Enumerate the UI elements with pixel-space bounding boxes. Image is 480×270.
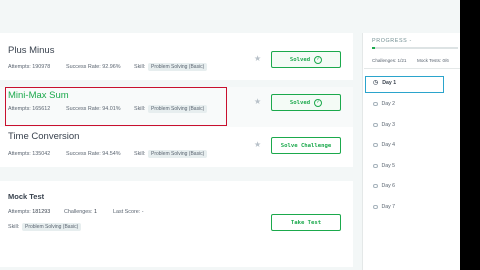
circle-icon [373, 122, 378, 128]
screen-frame: Plus Minus Attempts: 190978 Success Rate… [0, 0, 480, 270]
skill-label: Skill: [8, 224, 20, 230]
mock-tests-progress: Mock Tests: 0/6 [417, 58, 449, 63]
day-label: Day 6 [381, 183, 396, 189]
star-icon[interactable]: ★ [254, 98, 261, 106]
circle-icon [373, 204, 378, 210]
day-5-item[interactable]: Day 5 [373, 163, 395, 169]
skill-tag: Problem Solving (Basic) [148, 63, 208, 71]
day-4-item[interactable]: Day 4 [373, 142, 395, 148]
solved-button[interactable]: Solved ✓ [271, 94, 341, 111]
mock-challenges-label: Challenges: [64, 209, 93, 215]
mock-challenges: Challenges: 1 [64, 209, 97, 215]
button-label: Take Test [290, 219, 322, 226]
progress-bar [372, 47, 458, 49]
divider [364, 68, 460, 69]
button-label: Solve Challenge [280, 142, 332, 149]
button-label: Solved [289, 99, 311, 106]
mock-test-title: Mock Test [8, 192, 45, 201]
circle-icon [373, 101, 378, 107]
attempts-count: Attempts: 135042 [8, 151, 51, 157]
circle-icon [373, 142, 378, 148]
circle-icon [373, 183, 378, 189]
day-2-item[interactable]: Day 2 [373, 101, 395, 107]
check-circle-icon: ✓ [314, 55, 323, 64]
button-label: Solved [289, 56, 311, 63]
mock-challenges-value: 1 [93, 209, 97, 215]
solved-button[interactable]: Solved ✓ [271, 51, 341, 68]
day-label: Day 3 [381, 122, 396, 128]
blue-highlight-box [365, 76, 444, 93]
star-icon[interactable]: ★ [254, 55, 261, 63]
day-label: Day 7 [381, 204, 396, 210]
mock-attempts-value: 181293 [32, 209, 51, 215]
take-test-button[interactable]: Take Test [271, 214, 341, 231]
day-label: Day 5 [381, 163, 396, 169]
challenge-card-time-conversion: Time Conversion Attempts: 135042 Success… [0, 127, 353, 167]
mock-test-card: Mock Test Attempts: 181293 Challenges: 1… [0, 181, 353, 267]
day-3-item[interactable]: Day 3 [373, 122, 395, 128]
challenges-progress: Challenges: 1/21 [372, 58, 407, 63]
progress-heading: PROGRESS - [372, 38, 412, 44]
challenge-title[interactable]: Time Conversion [8, 131, 79, 142]
red-highlight-box [5, 87, 227, 126]
attempts-count: Attempts: 190978 [8, 64, 51, 70]
circle-icon [373, 163, 378, 169]
success-rate: Success Rate: 94.54% [66, 151, 121, 157]
skill-label: Skill: [134, 151, 146, 157]
star-icon[interactable]: ★ [254, 141, 261, 149]
challenge-title[interactable]: Plus Minus [8, 45, 54, 56]
mock-attempts-label: Attempts: [8, 209, 31, 215]
day-label: Day 2 [381, 101, 396, 107]
day-6-item[interactable]: Day 6 [373, 183, 395, 189]
solve-challenge-button[interactable]: Solve Challenge [271, 137, 341, 154]
success-rate: Success Rate: 92.96% [66, 64, 121, 70]
progress-panel: PROGRESS - Challenges: 1/21 Mock Tests: … [362, 33, 460, 270]
mock-last-score: Last Score: - [113, 209, 144, 215]
mock-attempts: Attempts: 181293 [8, 209, 50, 215]
day-7-item[interactable]: Day 7 [373, 204, 395, 210]
day-label: Day 4 [381, 142, 396, 148]
page: Plus Minus Attempts: 190978 Success Rate… [0, 0, 460, 270]
check-circle-icon: ✓ [314, 98, 323, 107]
skill-label: Skill: [134, 64, 146, 70]
skill-tag: Problem Solving (Basic) [22, 223, 82, 231]
challenge-card-plus-minus: Plus Minus Attempts: 190978 Success Rate… [0, 33, 353, 80]
skill-tag: Problem Solving (Basic) [148, 150, 208, 158]
progress-bar-fill [372, 47, 375, 49]
